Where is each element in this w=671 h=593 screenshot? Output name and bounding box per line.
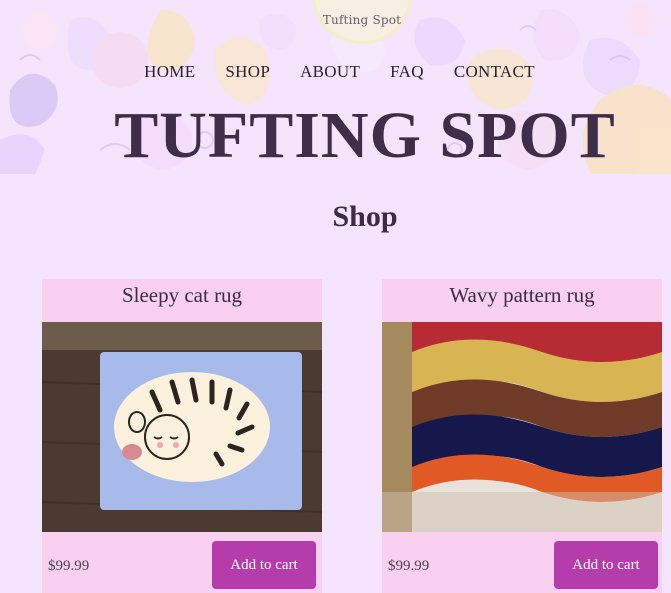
product-price: $99.99 — [48, 558, 90, 574]
product-card-wavy-pattern: Wavy pattern rug $99.99 Add to cart — [382, 279, 662, 593]
product-title: Sleepy cat rug — [121, 283, 243, 307]
add-to-cart-button[interactable]: Add to cart — [212, 541, 316, 589]
nav-faq-link[interactable]: FAQ — [382, 62, 424, 82]
product-footer: $99.99 Add to cart — [42, 532, 322, 593]
sleepy-cat-rug-image[interactable] — [42, 322, 322, 532]
nav-shop-link[interactable]: SHOP — [217, 62, 270, 82]
product-card-sleepy-cat: Sleepy cat rug $99.99 Add to cart — [42, 279, 322, 593]
wavy-pattern-rug-image[interactable] — [382, 322, 662, 532]
hero-banner: Tufting Spot HOME SHOP ABOUT FAQ CONTACT… — [0, 0, 671, 174]
product-price: $99.99 — [388, 558, 430, 574]
product-footer: $99.99 Add to cart — [382, 532, 662, 593]
add-to-cart-button[interactable]: Add to cart — [554, 541, 658, 589]
logo-text: Tufting Spot — [322, 13, 402, 27]
nav-contact-link[interactable]: CONTACT — [446, 62, 535, 82]
nav-home-link[interactable]: HOME — [136, 62, 195, 82]
product-title: Wavy pattern rug — [449, 283, 595, 307]
shop-heading: Shop — [332, 200, 398, 233]
site-title: TUFTING SPOT — [114, 99, 616, 172]
nav-about-link[interactable]: ABOUT — [292, 62, 360, 82]
main-nav: HOME SHOP ABOUT FAQ CONTACT — [0, 62, 671, 82]
